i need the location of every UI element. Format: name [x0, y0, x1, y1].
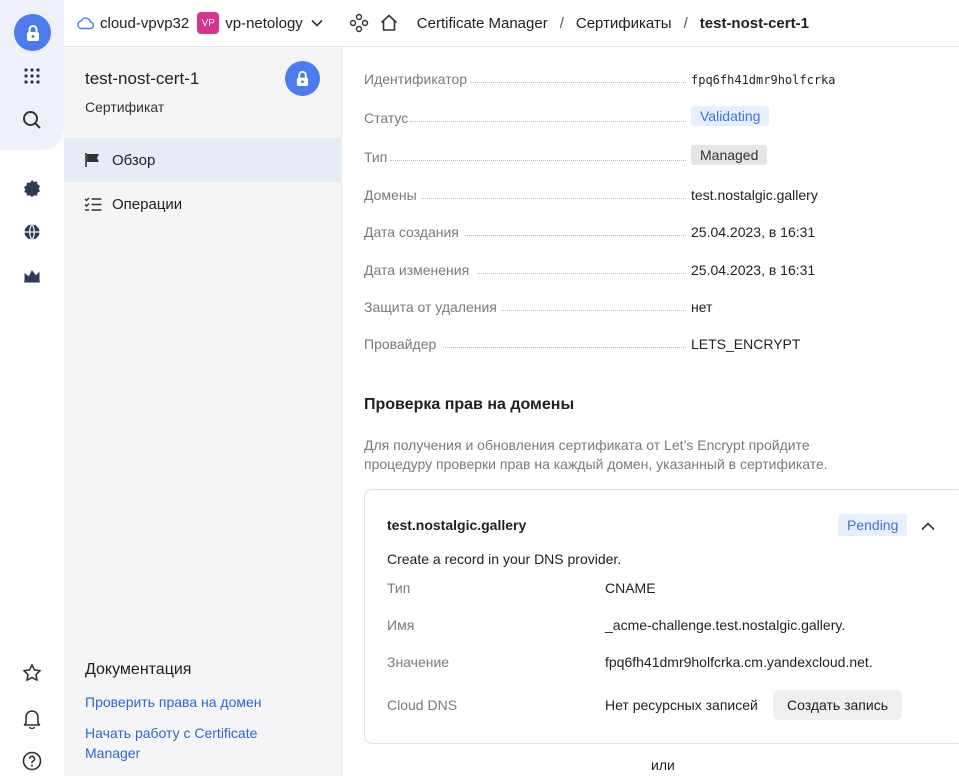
- create-record-button[interactable]: Создать запись: [773, 690, 902, 720]
- cloud-icon: [77, 17, 94, 30]
- detail-key: Тип: [364, 149, 388, 165]
- provider-value: LETS_ENCRYPT: [691, 336, 801, 352]
- validation-section-description: Для получения и обновления сертификата о…: [364, 437, 828, 472]
- cloud-dns-value: Нет ресурсных записей: [605, 697, 758, 713]
- breadcrumb-separator: /: [559, 14, 564, 32]
- folder-badge: VP: [197, 12, 220, 34]
- breadcrumb-service[interactable]: Certificate Manager: [417, 15, 548, 32]
- detail-key: Идентификатор: [364, 71, 468, 87]
- certificate-manager-logo[interactable]: [14, 14, 51, 51]
- resource-title: test-nost-cert-1: [85, 69, 200, 88]
- detail-row-status: Статус Validating: [364, 104, 954, 126]
- dns-key: Значение: [387, 654, 450, 670]
- leader-dots: [421, 198, 686, 199]
- dns-record-value: fpq6fh41dmr9holfcrka.cm.yandexcloud.net.: [605, 654, 873, 670]
- leader-dots: [390, 160, 686, 161]
- lock-icon: [26, 24, 39, 41]
- domain-validation-card: test.nostalgic.gallery Pending Create a …: [364, 489, 959, 744]
- updated-value: 25.04.2023, в 16:31: [691, 262, 816, 278]
- or-separator: или: [651, 757, 675, 773]
- resource-sidebar: test-nost-cert-1 Сертификат Обзор Операц…: [64, 47, 342, 776]
- validation-section-title: Проверка прав на домены: [364, 396, 575, 413]
- detail-row-protection: Защита от удаления нет: [364, 293, 954, 315]
- certificate-seal-icon[interactable]: [20, 176, 44, 200]
- doc-link-verify-domain[interactable]: Проверить права на домен: [85, 692, 305, 712]
- detail-key: Домены: [364, 187, 417, 203]
- dns-row-type: Тип CNAME: [387, 580, 957, 600]
- doc-link-getting-started[interactable]: Начать работу с Certificate Manager: [85, 723, 305, 763]
- breadcrumb-certificates[interactable]: Сертификаты: [576, 15, 672, 32]
- detail-row-provider: Провайдер LETS_ENCRYPT: [364, 330, 954, 352]
- chevron-down-icon[interactable]: [311, 16, 325, 30]
- leader-dots: [501, 310, 686, 311]
- domains-value: test.nostalgic.gallery: [691, 187, 818, 203]
- help-icon[interactable]: [20, 749, 44, 773]
- top-header: cloud-vpvp32 VP vp-netology Certificate …: [64, 0, 959, 47]
- certificate-id: fpq6fh41dmr9holfcrka: [691, 73, 836, 87]
- chevron-up-icon[interactable]: [921, 518, 937, 532]
- home-icon[interactable]: [379, 13, 399, 33]
- dns-key: Cloud DNS: [387, 697, 458, 713]
- main-content: Идентификатор fpq6fh41dmr9holfcrka Стату…: [342, 47, 959, 776]
- leader-dots: [477, 273, 686, 274]
- dns-key: Имя: [387, 617, 415, 633]
- protection-value: нет: [691, 299, 713, 315]
- leader-dots: [471, 82, 686, 83]
- nav-operations-label: Операции: [112, 195, 183, 213]
- pending-badge: Pending: [838, 514, 908, 536]
- all-services-icon[interactable]: [20, 64, 44, 88]
- certificate-badge: [285, 61, 320, 96]
- detail-row-created: Дата создания 25.04.2023, в 16:31: [364, 218, 954, 240]
- detail-row-id: Идентификатор fpq6fh41dmr9holfcrka: [364, 65, 954, 87]
- global-navigation-rail: [0, 0, 64, 776]
- dns-type-value: CNAME: [605, 580, 656, 596]
- leader-dots: [465, 235, 686, 236]
- nav-overview[interactable]: Обзор: [64, 138, 342, 182]
- breadcrumb-separator: /: [683, 14, 688, 32]
- dns-key: Тип: [387, 580, 411, 596]
- type-badge: Managed: [691, 145, 768, 165]
- star-icon[interactable]: [20, 661, 44, 685]
- dns-name-value: _acme-challenge.test.nostalgic.gallery.: [605, 617, 846, 633]
- cloud-selector[interactable]: cloud-vpvp32: [76, 15, 189, 32]
- card-domain: test.nostalgic.gallery: [387, 517, 527, 533]
- created-value: 25.04.2023, в 16:31: [691, 224, 816, 240]
- search-icon[interactable]: [20, 108, 44, 132]
- detail-row-updated: Дата изменения 25.04.2023, в 16:31: [364, 256, 954, 278]
- bell-icon[interactable]: [20, 707, 44, 731]
- resource-type: Сертификат: [85, 99, 165, 115]
- cloud-name: cloud-vpvp32: [100, 14, 190, 32]
- globe-icon[interactable]: [20, 220, 44, 244]
- dns-row-name: Имя _acme-challenge.test.nostalgic.galle…: [387, 617, 957, 637]
- folder-name[interactable]: vp-netology: [225, 15, 303, 32]
- dns-row-value: Значение fpq6fh41dmr9holfcrka.cm.yandexc…: [387, 654, 957, 674]
- status-badge: Validating: [691, 106, 770, 126]
- detail-key: Провайдер: [364, 336, 437, 352]
- docs-title: Документация: [85, 661, 192, 678]
- detail-key: Защита от удаления: [364, 299, 497, 315]
- breadcrumb-current: test-nost-cert-1: [699, 14, 809, 32]
- flag-icon: [85, 153, 99, 167]
- detail-row-type: Тип Managed: [364, 143, 954, 165]
- lock-icon: [296, 71, 309, 86]
- nav-overview-label: Обзор: [112, 151, 156, 169]
- detail-key: Дата создания: [364, 224, 459, 240]
- leader-dots: [443, 347, 686, 348]
- leader-dots: [410, 121, 686, 122]
- breadcrumb: Certificate Manager / Сертификаты / test…: [417, 15, 809, 32]
- detail-row-domains: Домены test.nostalgic.gallery: [364, 181, 954, 203]
- monitoring-chart-icon[interactable]: [20, 264, 44, 288]
- card-instruction: Create a record in your DNS provider.: [387, 551, 622, 567]
- services-tree-icon[interactable]: [349, 13, 369, 33]
- detail-key: Статус: [364, 110, 409, 126]
- nav-operations[interactable]: Операции: [64, 182, 342, 226]
- detail-key: Дата изменения: [364, 262, 470, 278]
- list-check-icon: [84, 197, 102, 211]
